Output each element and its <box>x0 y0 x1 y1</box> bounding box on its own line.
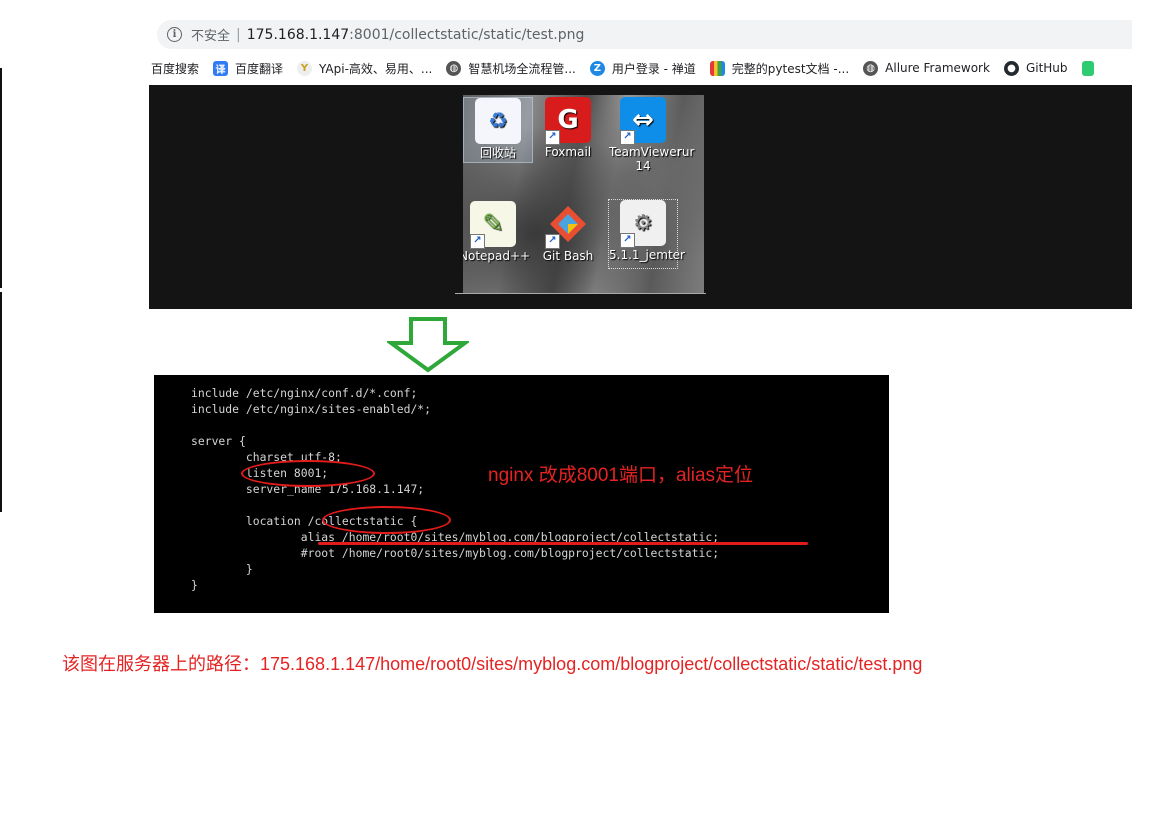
bookmark-overflow[interactable]: ​ <box>1081 60 1101 76</box>
left-edge-rule-lower <box>0 292 2 512</box>
config-line: include /etc/nginx/sites-enabled/*; <box>191 402 432 416</box>
bookmarks-bar: 百度搜索 译 百度翻译 Y YApi-高效、易用、... ◍ 智慧机场全流程管.… <box>151 58 1132 78</box>
bookmark-github[interactable]: ● GitHub <box>1003 60 1068 76</box>
desktop-icon-label: Git Bash <box>542 249 594 263</box>
foxmail-icon: G ↗ <box>545 97 591 145</box>
shortcut-arrow-icon: ↗ <box>545 234 560 249</box>
bookmark-zentao[interactable]: Z 用户登录 - 禅道 <box>589 60 696 77</box>
globe-icon: ◍ <box>863 60 879 76</box>
listen-port-highlight <box>241 460 375 487</box>
desktop-icon-teamviewer[interactable]: ⇔ ↗ TeamViewer 14 <box>609 97 682 173</box>
desktop-icon-label: TeamViewer 14 <box>609 145 682 173</box>
desktop-icon-label: 回收站 <box>479 146 516 160</box>
annotation-note: nginx 改成8001端口，alias定位 <box>488 465 754 486</box>
left-edge-rule <box>0 68 2 288</box>
bookmark-overflow-icon: ​ <box>1081 60 1094 76</box>
bookmark-label: 百度搜索 <box>151 61 200 76</box>
bookmark-label: GitHub <box>1025 61 1068 75</box>
address-bar[interactable]: i 不安全 | 175.168.1.147:8001/collectstatic… <box>157 20 1132 49</box>
recycle-bin-icon: ♻ <box>475 98 521 144</box>
server-path-caption: 该图在服务器上的路径：175.168.1.147/home/root0/site… <box>62 654 923 674</box>
yapi-icon: Y <box>297 60 313 76</box>
partial-icon <box>687 97 704 143</box>
desktop-icon-git-bash[interactable]: ↗ Git Bash <box>534 201 602 263</box>
bookmark-baidu-translate[interactable]: 译 百度翻译 <box>213 60 283 77</box>
desktop-icon-label: Notepad++ <box>463 249 531 263</box>
desktop-icon-label: Foxmail <box>544 145 592 159</box>
desktop-icon-jmeter[interactable]: ⚙ ↗ 5.1.1_jemter <box>608 199 685 269</box>
bookmark-label: 用户登录 - 禅道 <box>611 61 696 76</box>
shortcut-arrow-icon: ↗ <box>545 130 560 145</box>
config-line: } <box>191 562 253 576</box>
bookmark-label: 百度翻译 <box>235 61 284 76</box>
bookmark-yapi[interactable]: Y YApi-高效、易用、... <box>297 60 432 77</box>
desktop-icon-partial[interactable]: rur <box>677 97 704 159</box>
nginx-config-terminal: include /etc/nginx/conf.d/*.conf; includ… <box>154 375 889 613</box>
shortcut-arrow-icon: ↗ <box>620 233 635 248</box>
github-icon: ● <box>1003 60 1019 76</box>
bookmark-label: 完整的pytest文档 -... <box>731 61 850 76</box>
info-icon[interactable]: i <box>167 27 182 42</box>
desktop-icon-foxmail[interactable]: G ↗ Foxmail <box>534 97 602 159</box>
bars-icon: ​ <box>709 60 725 76</box>
config-line: include /etc/nginx/conf.d/*.conf; <box>191 386 418 400</box>
shortcut-arrow-icon: ↗ <box>470 234 485 249</box>
bookmark-baidu-search[interactable]: 百度搜索 <box>151 60 199 77</box>
jmeter-shortcut-icon: ⚙ ↗ <box>620 200 666 248</box>
bookmark-airport[interactable]: ◍ 智慧机场全流程管... <box>446 60 576 77</box>
url-host[interactable]: 175.168.1.147 <box>247 27 349 43</box>
alias-underline <box>318 542 808 545</box>
notepad-plus-plus-icon: ✎ ↗ <box>470 201 516 249</box>
location-highlight <box>322 506 451 534</box>
config-line: server { <box>191 434 246 448</box>
desktop-icon-notepad[interactable]: ✎ ↗ Notepad++ <box>463 201 531 263</box>
teamviewer-icon: ⇔ ↗ <box>620 97 666 145</box>
bookmark-allure[interactable]: ◍ Allure Framework <box>863 60 990 76</box>
globe-icon: ◍ <box>446 60 462 76</box>
bookmark-label: Allure Framework <box>885 61 990 75</box>
git-bash-icon: ↗ <box>545 201 591 249</box>
zentao-icon: Z <box>589 60 605 76</box>
down-arrow-icon <box>387 317 469 373</box>
bookmark-label: 智慧机场全流程管... <box>468 61 576 76</box>
bookmark-label: YApi-高效、易用、... <box>319 61 433 76</box>
baidu-translate-icon: 译 <box>213 60 229 76</box>
config-line: } <box>191 578 198 592</box>
insecure-label: 不安全 <box>191 29 231 44</box>
desktop-screenshot: ♻ 回收站 G ↗ Foxmail ⇔ ↗ TeamViewer 14 rur ✎ ↗… <box>463 95 704 293</box>
address-separator: | <box>236 26 241 43</box>
bookmark-pytest[interactable]: ​ 完整的pytest文档 -... <box>709 60 850 77</box>
shortcut-arrow-icon: ↗ <box>620 130 635 145</box>
desktop-icon-label: 5.1.1_jemter <box>609 248 685 262</box>
desktop-icon-recycle-bin[interactable]: ♻ 回收站 <box>463 97 533 163</box>
config-line: #root /home/root0/sites/myblog.com/blogp… <box>191 546 720 560</box>
desktop-icon-label: rur <box>677 145 695 159</box>
desktop-bottom-line <box>455 293 706 294</box>
url-path[interactable]: :8001/collectstatic/static/test.png <box>349 27 584 43</box>
